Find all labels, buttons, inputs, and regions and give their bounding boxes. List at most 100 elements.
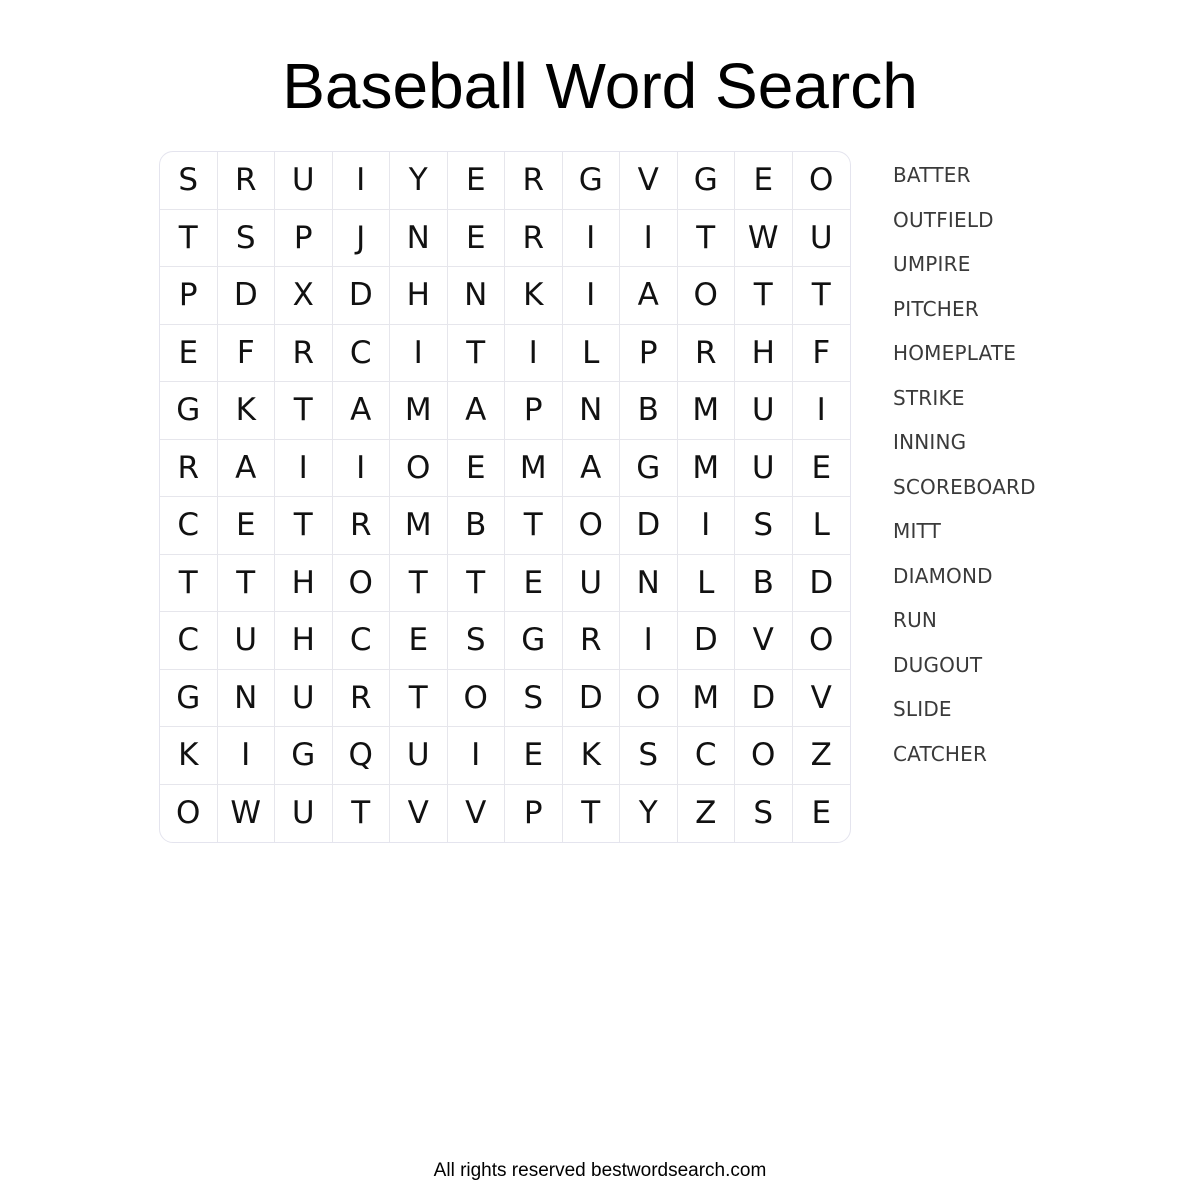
grid-cell[interactable]: U bbox=[217, 612, 275, 670]
grid-cell[interactable]: W bbox=[218, 784, 275, 842]
grid-cell[interactable]: L bbox=[677, 554, 735, 612]
grid-cell[interactable]: T bbox=[447, 554, 505, 612]
grid-cell[interactable]: E bbox=[217, 497, 275, 555]
grid-cell[interactable]: P bbox=[160, 267, 218, 325]
grid-cell[interactable]: E bbox=[505, 727, 563, 785]
grid-cell[interactable]: O bbox=[677, 267, 735, 325]
grid-cell[interactable]: T bbox=[333, 784, 390, 842]
grid-cell[interactable]: R bbox=[160, 439, 218, 497]
grid-cell[interactable]: H bbox=[735, 324, 793, 382]
grid-cell[interactable]: G bbox=[160, 669, 218, 727]
grid-cell[interactable]: O bbox=[792, 612, 850, 670]
grid-cell[interactable]: O bbox=[390, 439, 448, 497]
grid-cell[interactable]: T bbox=[792, 267, 850, 325]
grid-cell[interactable]: W bbox=[735, 209, 793, 267]
grid-cell[interactable]: E bbox=[447, 439, 505, 497]
grid-cell[interactable]: T bbox=[390, 554, 448, 612]
grid-cell[interactable]: E bbox=[160, 324, 218, 382]
grid-cell[interactable]: E bbox=[505, 554, 563, 612]
grid-cell[interactable]: Q bbox=[332, 727, 390, 785]
grid-cell[interactable]: E bbox=[792, 440, 850, 497]
grid-cell[interactable]: G bbox=[160, 382, 218, 440]
grid-cell[interactable]: R bbox=[562, 612, 620, 670]
grid-cell[interactable]: I bbox=[447, 727, 505, 785]
grid-cell[interactable]: T bbox=[505, 497, 563, 555]
grid-cell[interactable]: S bbox=[735, 497, 793, 555]
grid-cell[interactable]: X bbox=[275, 267, 333, 325]
grid-cell[interactable]: V bbox=[390, 784, 448, 842]
grid-cell[interactable]: F bbox=[217, 324, 275, 382]
grid-cell[interactable]: R bbox=[505, 152, 563, 210]
grid-cell[interactable]: O bbox=[792, 152, 850, 210]
grid-cell[interactable]: E bbox=[390, 612, 448, 670]
grid-cell[interactable]: N bbox=[620, 554, 678, 612]
grid-cell[interactable]: O bbox=[620, 669, 678, 727]
grid-cell[interactable]: B bbox=[620, 382, 678, 440]
grid-cell[interactable]: H bbox=[275, 554, 333, 612]
grid-cell[interactable]: V bbox=[792, 670, 850, 727]
grid-cell[interactable]: P bbox=[505, 784, 563, 842]
grid-cell[interactable]: G bbox=[562, 152, 620, 210]
grid-cell[interactable]: I bbox=[275, 439, 333, 497]
grid-cell[interactable]: T bbox=[160, 209, 218, 267]
grid-cell[interactable]: O bbox=[332, 554, 390, 612]
grid-cell[interactable]: U bbox=[562, 554, 620, 612]
grid-cell[interactable]: U bbox=[792, 210, 850, 267]
grid-cell[interactable]: A bbox=[447, 382, 505, 440]
grid-cell[interactable]: R bbox=[505, 209, 563, 267]
grid-cell[interactable]: D bbox=[792, 555, 850, 612]
grid-cell[interactable]: Z bbox=[678, 784, 735, 842]
grid-cell[interactable]: O bbox=[447, 669, 505, 727]
grid-cell[interactable]: O bbox=[160, 784, 218, 842]
grid-cell[interactable]: I bbox=[792, 382, 850, 440]
grid-cell[interactable]: M bbox=[677, 382, 735, 440]
grid-cell[interactable]: S bbox=[447, 612, 505, 670]
grid-cell[interactable]: M bbox=[677, 669, 735, 727]
grid-cell[interactable]: D bbox=[332, 267, 390, 325]
grid-cell[interactable]: O bbox=[562, 497, 620, 555]
grid-cell[interactable]: R bbox=[275, 324, 333, 382]
grid-cell[interactable]: Y bbox=[390, 152, 448, 210]
grid-cell[interactable]: C bbox=[332, 324, 390, 382]
grid-cell[interactable]: R bbox=[332, 497, 390, 555]
grid-cell[interactable]: I bbox=[562, 209, 620, 267]
grid-cell[interactable]: M bbox=[390, 497, 448, 555]
grid-cell[interactable]: D bbox=[677, 612, 735, 670]
grid-cell[interactable]: G bbox=[505, 612, 563, 670]
grid-cell[interactable]: N bbox=[217, 669, 275, 727]
grid-cell[interactable]: I bbox=[217, 727, 275, 785]
grid-cell[interactable]: I bbox=[562, 267, 620, 325]
grid-cell[interactable]: T bbox=[217, 554, 275, 612]
grid-cell[interactable]: T bbox=[677, 209, 735, 267]
grid-cell[interactable]: Z bbox=[792, 727, 850, 785]
grid-cell[interactable]: M bbox=[390, 382, 448, 440]
grid-cell[interactable]: U bbox=[275, 152, 333, 210]
grid-cell[interactable]: I bbox=[620, 612, 678, 670]
grid-cell[interactable]: V bbox=[448, 784, 505, 842]
grid-cell[interactable]: A bbox=[620, 267, 678, 325]
grid-cell[interactable]: T bbox=[735, 267, 793, 325]
grid-cell[interactable]: K bbox=[160, 727, 218, 785]
grid-cell[interactable]: E bbox=[793, 785, 851, 843]
grid-cell[interactable]: T bbox=[160, 554, 218, 612]
grid-cell[interactable]: F bbox=[792, 325, 850, 382]
grid-cell[interactable]: H bbox=[275, 612, 333, 670]
grid-cell[interactable]: A bbox=[562, 439, 620, 497]
grid-cell[interactable]: U bbox=[275, 784, 333, 842]
grid-cell[interactable]: I bbox=[620, 209, 678, 267]
grid-cell[interactable]: U bbox=[735, 439, 793, 497]
grid-cell[interactable]: I bbox=[332, 152, 390, 210]
grid-cell[interactable]: E bbox=[447, 152, 505, 210]
grid-cell[interactable]: K bbox=[562, 727, 620, 785]
grid-cell[interactable]: N bbox=[562, 382, 620, 440]
grid-cell[interactable]: C bbox=[677, 727, 735, 785]
grid-cell[interactable]: V bbox=[620, 152, 678, 210]
grid-cell[interactable]: B bbox=[447, 497, 505, 555]
grid-cell[interactable]: P bbox=[620, 324, 678, 382]
grid-cell[interactable]: U bbox=[275, 669, 333, 727]
grid-cell[interactable]: E bbox=[447, 209, 505, 267]
grid-cell[interactable]: V bbox=[735, 612, 793, 670]
grid-cell[interactable]: R bbox=[332, 669, 390, 727]
grid-cell[interactable]: A bbox=[332, 382, 390, 440]
grid-cell[interactable]: G bbox=[677, 152, 735, 210]
